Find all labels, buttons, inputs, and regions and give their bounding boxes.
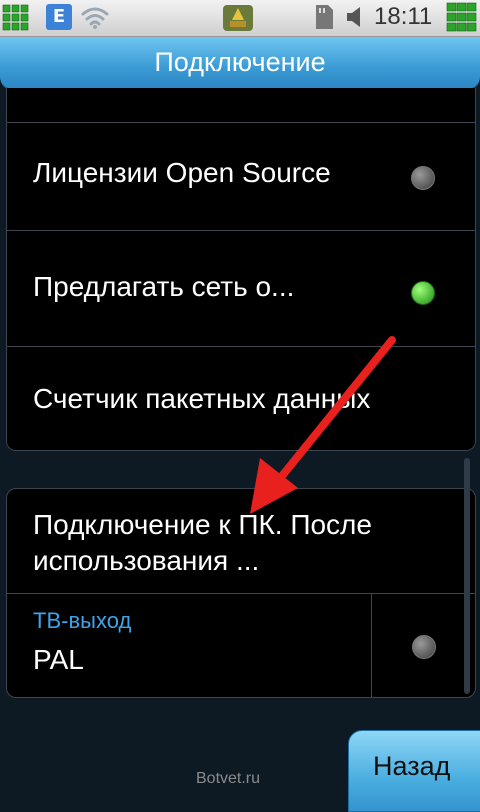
volume-icon [347, 7, 360, 27]
setting-packet-data-counter[interactable]: Счетчик пакетных данных [7, 346, 475, 450]
e-network-icon: E [46, 4, 72, 30]
setting-label: Лицензии Open Source [33, 157, 331, 188]
battery-icon [446, 2, 477, 32]
watermark: Botvet.ru [196, 770, 261, 787]
toggle-off-icon[interactable] [411, 166, 435, 190]
list-item-partial[interactable] [7, 88, 475, 122]
setting-label: Предлагать сеть о... [33, 271, 295, 302]
tv-out-value: PAL [33, 644, 84, 675]
status-bar: E 18:11 [0, 0, 480, 37]
setting-suggest-network[interactable]: Предлагать сеть о... [7, 230, 475, 347]
setting-tv-out[interactable]: ТВ-выход PAL [7, 593, 475, 697]
grid-icon [2, 4, 29, 31]
tv-out-label: ТВ-выход [33, 608, 132, 633]
sd-card-icon [316, 5, 333, 29]
app-icon [223, 5, 253, 31]
connection-group: Подключение к ПК. После использования ..… [6, 488, 476, 698]
toggle-off-icon[interactable] [412, 635, 436, 659]
page-title: Подключение [154, 47, 326, 77]
scrollbar[interactable] [464, 458, 470, 694]
pc-connection-line2: использования ... [33, 545, 260, 576]
title-bar: Подключение [0, 37, 480, 91]
tv-out-toggle[interactable] [371, 594, 475, 697]
wifi-icon [81, 7, 109, 29]
toggle-on-icon[interactable] [411, 281, 435, 305]
setting-open-source-licenses[interactable]: Лицензии Open Source [7, 122, 475, 231]
pc-connection-line1: Подключение к ПК. После [33, 509, 372, 540]
setting-pc-connection[interactable]: Подключение к ПК. После использования ..… [7, 489, 475, 593]
setting-label: Счетчик пакетных данных [33, 383, 371, 414]
back-button-label: Назад [373, 751, 451, 781]
settings-group: Лицензии Open Source Предлагать сеть о..… [6, 88, 476, 451]
clock: 18:11 [374, 3, 433, 30]
